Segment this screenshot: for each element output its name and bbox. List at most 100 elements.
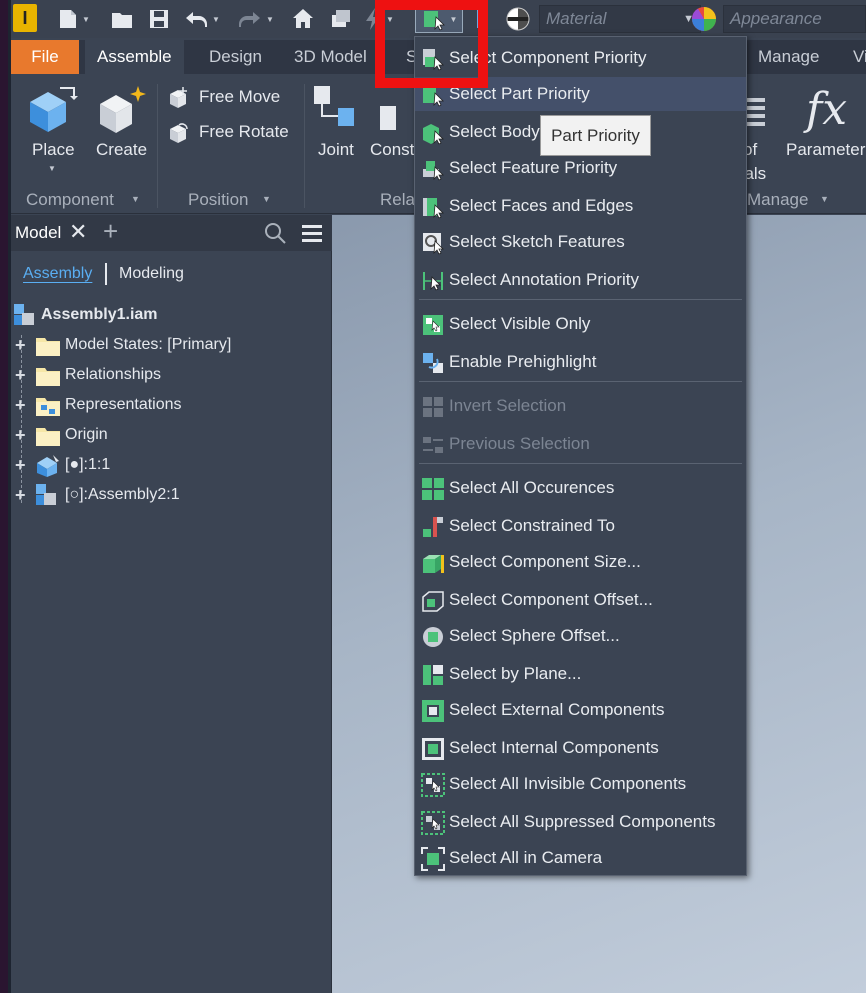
menu-item-label: Select Component Size...: [449, 552, 641, 571]
tree-item-label: Representations: [65, 396, 182, 413]
menu-item-select-all-occurences[interactable]: Select All Occurences: [415, 471, 746, 505]
menu-item-invert-selection[interactable]: Invert Selection: [415, 389, 746, 423]
chevron-down-icon[interactable]: ▼: [82, 15, 90, 24]
menu-item-select-visible-only[interactable]: Select Visible Only: [415, 307, 746, 341]
menu-item-select-all-invisible-components[interactable]: Select All Invisible Components: [415, 767, 746, 801]
tree-item-subassembly[interactable]: + [○]:Assembly2:1: [11, 481, 332, 511]
menu-item-select-sphere-offset[interactable]: Select Sphere Offset...: [415, 619, 746, 653]
constrain-button[interactable]: Const: [368, 84, 414, 164]
appearance-dropdown[interactable]: Appearance: [723, 5, 866, 33]
new-file-button[interactable]: ▼: [57, 5, 90, 33]
annotation-priority-icon: [423, 272, 443, 291]
menu-item-label: Select by Plane...: [449, 664, 582, 683]
selection-priority-menu: Select Component Priority Select Part Pr…: [414, 36, 747, 876]
invert-selection-icon: [423, 397, 443, 417]
menu-item-label: Select Component Offset...: [449, 590, 653, 609]
tree-item-part[interactable]: + [●]:1:1: [11, 451, 332, 481]
tab-manage[interactable]: Manage: [746, 40, 831, 74]
inventor-logo[interactable]: I: [13, 4, 37, 32]
expand-icon[interactable]: +: [15, 455, 26, 476]
menu-item-enable-prehighlight[interactable]: Enable Prehighlight: [415, 345, 746, 379]
menu-item-select-constrained-to[interactable]: Select Constrained To: [415, 509, 746, 543]
open-button[interactable]: [111, 5, 135, 33]
chevron-down-icon[interactable]: ▼: [131, 194, 140, 204]
tab-design[interactable]: Design: [197, 40, 274, 74]
group-relationships-label[interactable]: Rela: [380, 190, 415, 210]
chevron-down-icon[interactable]: ▼: [212, 15, 220, 24]
tree-item-origin[interactable]: + Origin: [11, 421, 332, 451]
all-occurences-icon: [422, 478, 444, 500]
undo-button[interactable]: ▼: [183, 5, 220, 33]
group-manage-label[interactable]: Manage: [747, 190, 808, 210]
menu-item-select-component-size[interactable]: Select Component Size...: [415, 545, 746, 579]
folder-icon: [36, 368, 60, 386]
representations-folder-icon: [36, 398, 60, 416]
tree-item-relationships[interactable]: + Relationships: [11, 361, 332, 391]
chevron-down-icon[interactable]: ▼: [820, 194, 829, 204]
checker-sphere-icon: [506, 7, 530, 31]
expand-icon[interactable]: +: [15, 335, 26, 356]
menu-item-select-all-suppressed-components[interactable]: Select All Suppressed Components: [415, 805, 746, 839]
menu-item-label: Select Faces and Edges: [449, 196, 634, 215]
material-sphere-button[interactable]: [505, 5, 531, 33]
menu-item-select-all-in-camera[interactable]: Select All in Camera: [415, 841, 746, 875]
appearance-placeholder: Appearance: [730, 9, 822, 28]
place-component-icon: [30, 87, 78, 132]
tree-item-model-states[interactable]: + Model States: [Primary]: [11, 331, 332, 361]
parameters-button[interactable]: fx Parameter: [784, 84, 866, 164]
menu-item-select-internal-components[interactable]: Select Internal Components: [415, 731, 746, 765]
invisible-components-icon: [421, 773, 445, 797]
menu-item-label: Select All Invisible Components: [449, 774, 687, 793]
menu-item-select-by-plane[interactable]: Select by Plane...: [415, 657, 746, 691]
menu-item-select-feature-priority[interactable]: Select Feature Priority: [415, 151, 746, 185]
search-icon[interactable]: [263, 221, 287, 250]
redo-button[interactable]: ▼: [237, 5, 274, 33]
expand-icon[interactable]: +: [15, 365, 26, 386]
menu-item-select-faces-and-edges[interactable]: Select Faces and Edges: [415, 189, 746, 223]
chevron-down-icon[interactable]: ▼: [266, 15, 274, 24]
joint-label: Joint: [318, 140, 354, 159]
projects-button[interactable]: [329, 5, 353, 33]
hamburger-menu-icon[interactable]: [301, 223, 323, 248]
tab-view[interactable]: Vi: [841, 40, 866, 74]
free-move-button[interactable]: Free Move: [166, 86, 306, 112]
tree-item-label: Model States: [Primary]: [65, 336, 232, 353]
sketch-features-icon: [423, 233, 444, 255]
expand-icon[interactable]: +: [15, 485, 26, 506]
menu-item-select-annotation-priority[interactable]: Select Annotation Priority: [415, 263, 746, 297]
subtab-modeling[interactable]: Modeling: [119, 265, 184, 283]
appearance-button[interactable]: [691, 5, 717, 33]
expand-icon[interactable]: +: [15, 425, 26, 446]
group-component-label[interactable]: Component: [26, 190, 114, 210]
browser-title[interactable]: Model: [15, 223, 61, 243]
group-position-label[interactable]: Position: [188, 190, 248, 210]
joint-button[interactable]: Joint: [312, 84, 364, 164]
menu-item-select-sketch-features[interactable]: Select Sketch Features: [415, 225, 746, 259]
create-button[interactable]: Create: [92, 84, 152, 164]
menu-item-select-component-offset[interactable]: Select Component Offset...: [415, 583, 746, 617]
tree-item-label: Origin: [65, 426, 108, 443]
subtab-assembly[interactable]: Assembly: [23, 265, 92, 283]
menu-item-previous-selection[interactable]: Previous Selection: [415, 427, 746, 461]
menu-item-select-external-components[interactable]: Select External Components: [415, 693, 746, 727]
free-rotate-button[interactable]: Free Rotate: [166, 121, 306, 147]
tab-3d-model[interactable]: 3D Model: [282, 40, 379, 74]
close-icon[interactable]: ✕: [69, 219, 87, 245]
save-button[interactable]: [148, 5, 170, 33]
tab-assemble[interactable]: Assemble: [85, 40, 184, 74]
add-tab-icon[interactable]: +: [103, 216, 118, 247]
red-highlight-annotation: [375, 0, 488, 88]
tab-file[interactable]: File: [11, 40, 79, 74]
chevron-down-icon[interactable]: ▼: [48, 164, 56, 173]
menu-item-label: Select Annotation Priority: [449, 270, 639, 289]
create-label: Create: [96, 140, 148, 159]
place-button[interactable]: Place ▼: [24, 84, 84, 174]
expand-icon[interactable]: +: [15, 395, 26, 416]
tree-item-representations[interactable]: + Representations: [11, 391, 332, 421]
home-button[interactable]: [291, 5, 315, 33]
color-wheel-icon: [692, 7, 716, 31]
material-dropdown[interactable]: Material ▼: [539, 5, 701, 33]
chevron-down-icon[interactable]: ▼: [262, 194, 271, 204]
tree-root[interactable]: Assembly1.iam: [11, 301, 332, 331]
faces-edges-icon: [423, 198, 444, 219]
